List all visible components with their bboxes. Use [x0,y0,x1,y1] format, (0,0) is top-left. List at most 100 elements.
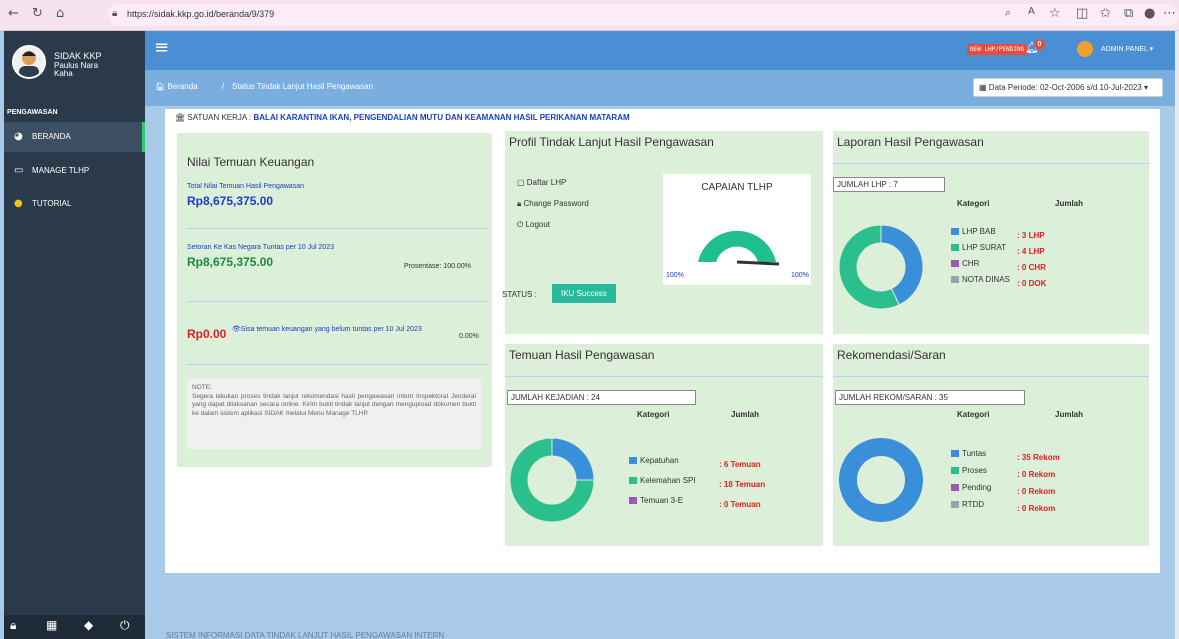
breadcrumb-home-label: Beranda [167,82,198,91]
sisa-pct: 0.00% [459,333,479,340]
legend-value-text: 0 Rekom [1021,470,1056,479]
period-dropdown[interactable]: ▦ Data Periode: 02-Oct-2006 s/d 10-Jul-2… [973,78,1163,97]
rekom-panel: Rekomendasi/Saran JUMLAH REKOM/SARAN : 3… [833,344,1149,546]
legend-value: : 0 Rekom [1017,504,1055,513]
grid-icon[interactable]: ▦ [46,618,57,632]
lock-icon: 🔒︎ [112,8,118,19]
collections-icon[interactable]: ⧉ [1124,6,1133,21]
jumlah-header: Jumlah [731,410,760,419]
legend-swatch [951,450,959,457]
divider [833,376,1149,377]
legend-value-text: 35 Rekom [1021,453,1060,462]
legend-swatch [951,467,959,474]
prosentase: Prosentase: 100.00% [404,263,471,270]
legend-label: Proses [962,466,987,475]
sidebar-item-beranda[interactable]: ◕ BERANDA [4,122,145,152]
divider [187,301,487,302]
sidebar: SIDAK KKP Paulus Nara Kaha PENGAWASAN ◕ B… [4,31,145,639]
sidebar-item-label: TUTORIAL [32,199,72,208]
split-screen-icon[interactable]: ◫ [1076,6,1088,21]
legend-item: LHP SURAT [951,243,1006,252]
power-icon[interactable]: ⏻ [120,618,130,633]
user-name-line2: Kaha [54,69,73,78]
new-lhp-badge[interactable]: NEW LHP/PENDING [967,44,1028,55]
back-icon[interactable]: ← [8,6,19,21]
app-name: SIDAK KKP [54,51,102,61]
bank-icon: 🏛︎ [175,113,186,122]
legend-label: Kelemahan SPI [640,476,696,485]
legend-value: : 0 CHR [1017,263,1046,272]
legend-item: Kelemahan SPI [629,476,696,485]
satuan-kerja-value: BALAI KARANTINA IKAN, PENGENDALIAN MUTU … [253,113,630,122]
legend-label: Tuntas [962,449,987,458]
rekom-title: Rekomendasi/Saran [837,348,946,362]
admin-panel-menu[interactable]: ADMIN PANEL ▾ [1101,45,1153,53]
sidebar-item-manage-tlhp[interactable]: ▭ MANAGE TLHP [4,156,145,186]
monitor-icon: ▭ [14,165,24,176]
legend-label: LHP BAB [962,227,996,236]
breadcrumb-home[interactable]: 🏠︎ Beranda [155,82,198,91]
lock-icon[interactable]: 🔒︎ [10,618,16,633]
legend-value: : 4 LHP [1017,247,1045,256]
setoran-label: Setoran Ke Kas Negara Tuntas per 10 Jul … [187,244,335,251]
status-button[interactable]: IKU Success [552,284,616,303]
donut-slice [551,437,595,481]
nilai-temuan-panel: Nilai Temuan Keuangan Total Nilai Temuan… [177,133,492,467]
sisa-value: Rp0.00 [187,327,227,341]
legend-value: : 0 DOK [1017,279,1046,288]
kategori-header: Kategori [957,410,990,419]
divider [187,364,487,365]
sisa-link[interactable]: 👁︎Sisa temuan keuangan yang belum tuntas… [232,325,422,333]
search-icon[interactable]: ⌕ [1005,6,1011,20]
gauge-svg [698,230,780,266]
gauge-min-label: 100% [666,272,684,279]
legend-label: LHP SURAT [962,243,1007,252]
legend-swatch [951,484,959,491]
laporan-title: Laporan Hasil Pengawasan [837,135,984,149]
divider [833,163,1149,164]
sidebar-item-tutorial[interactable]: ● TUTORIAL [4,189,145,219]
menu-toggle-icon[interactable]: ≡ [154,37,169,58]
tag-icon[interactable]: ◆ [84,618,93,632]
legend-label: CHR [962,259,980,268]
legend-swatch [951,260,959,267]
legend-value: : 6 Temuan [719,460,761,469]
favorite-icon[interactable]: ☆ [1049,6,1061,21]
help-icon: ● [14,198,23,209]
change-password-link[interactable]: 🔒︎ Change Password [517,193,589,214]
home-icon[interactable]: ⌂ [56,6,64,21]
link-label: Daftar LHP [526,178,567,187]
legend-item: CHR [951,259,979,268]
sisa-label: Sisa temuan keuangan yang belum tuntas p… [240,326,422,333]
legend-swatch [951,501,959,508]
read-aloud-icon[interactable]: A [1028,6,1035,17]
url-text[interactable]: https://sidak.kkp.go.id/beranda/9/379 [127,9,274,19]
legend-item: Kepatuhan [629,456,679,465]
legend-item: Pending [951,483,991,492]
favorites-icon[interactable]: ✩ [1100,6,1111,21]
reload-icon[interactable]: ↻ [32,6,43,21]
jumlah-kejadian-box: JUMLAH KEJADIAN : 24 [507,390,696,405]
legend-swatch [951,228,959,235]
profil-links: ▢ Daftar LHP 🔒︎ Change Password ⏻ Logout [517,172,589,235]
profile-icon[interactable]: ● [1144,6,1155,21]
status-label: STATUS : [502,290,537,299]
scrollbar[interactable] [1175,31,1179,639]
legend-value: : 0 Rekom [1017,487,1055,496]
laporan-donut [838,224,924,310]
profil-title: Profil Tindak Lanjut Hasil Pengawasan [509,135,714,149]
period-label: Data Periode: 02-Oct-2006 s/d 10-Jul-202… [988,83,1142,92]
capaian-gauge: CAPAIAN TLHP 100% 100% [663,174,811,285]
more-icon[interactable]: ⋯ [1163,6,1176,21]
user-name: Paulus Nara Kaha [54,62,98,78]
legend-value-text: 0 Rekom [1021,504,1056,513]
legend-value-text: 6 Temuan [723,460,761,469]
daftar-lhp-link[interactable]: ▢ Daftar LHP [517,172,589,193]
legend-swatch [951,244,959,251]
legend-value-text: 18 Temuan [723,480,766,489]
legend-item: Tuntas [951,449,986,458]
gauge-needle [736,260,780,266]
logout-link[interactable]: ⏻ Logout [517,214,589,235]
jumlah-lhp-box: JUMLAH LHP : 7 [833,177,945,192]
main-content: 🏛︎ SATUAN KERJA : BALAI KARANTINA IKAN, … [165,109,1160,573]
